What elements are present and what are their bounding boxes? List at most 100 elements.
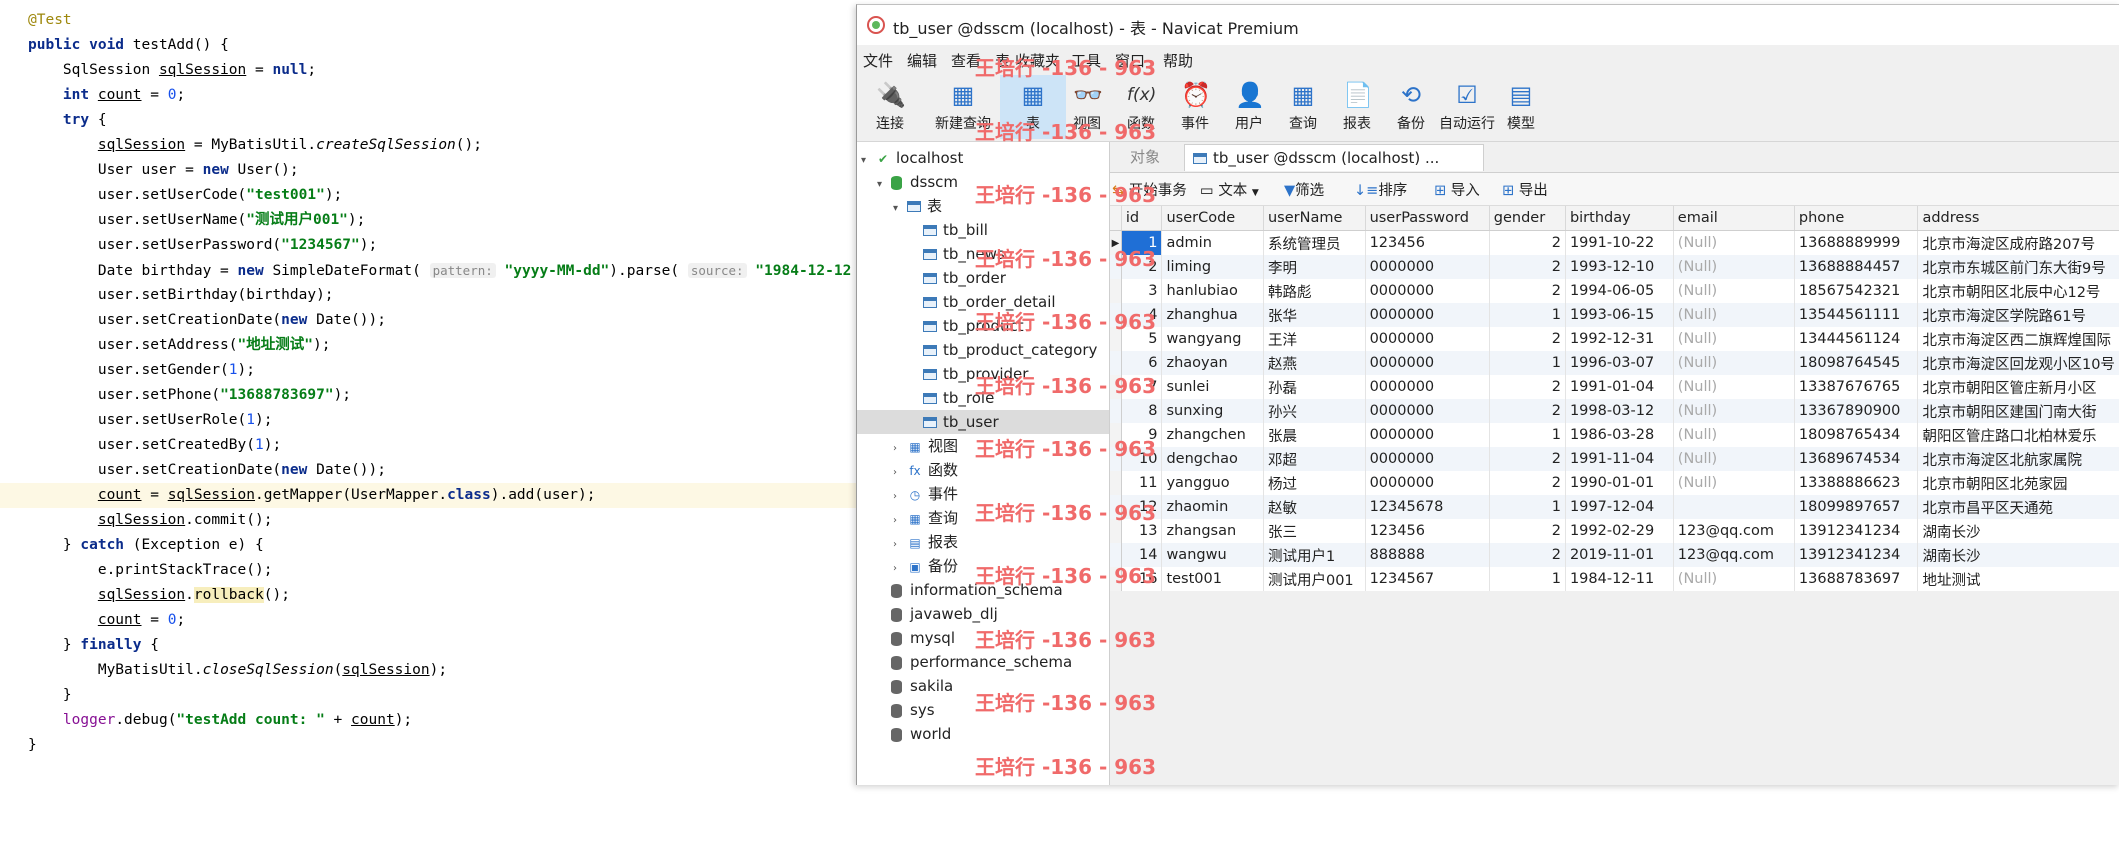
table-row[interactable]: 9 zhangchen 张晨 0000000 1 1986-03-28 (Null) 1809… xyxy=(1110,423,2119,447)
cell-phone[interactable]: 18567542321 xyxy=(1794,279,1919,303)
cell-gender[interactable]: 2 xyxy=(1489,471,1566,495)
cell-birthday[interactable]: 1991-11-04 xyxy=(1565,447,1674,471)
cell-phone[interactable]: 18098765434 xyxy=(1794,423,1919,447)
cell-birthday[interactable]: 1990-01-01 xyxy=(1565,471,1674,495)
cell-userName[interactable]: 韩路彪 xyxy=(1263,279,1366,303)
cell-userPassword[interactable]: 12345678 xyxy=(1365,495,1490,519)
cell-birthday[interactable]: 1992-02-29 xyxy=(1565,519,1674,543)
cell-address[interactable]: 北京市朝阳区北苑家园 xyxy=(1917,471,2119,495)
cell-userName[interactable]: 杨过 xyxy=(1263,471,1366,495)
cell-birthday[interactable]: 1996-03-07 xyxy=(1565,351,1674,375)
cell-id[interactable]: 7 xyxy=(1121,375,1163,399)
cell-userName[interactable]: 张晨 xyxy=(1263,423,1366,447)
tree-database-dsscm[interactable]: ▾ dsscm xyxy=(857,170,1109,194)
cell-userName[interactable]: 张华 xyxy=(1263,303,1366,327)
cell-userName[interactable]: 李明 xyxy=(1263,255,1366,279)
menu-item-0[interactable]: 文件 xyxy=(863,50,893,71)
cell-phone[interactable]: 13367890900 xyxy=(1794,399,1919,423)
cell-address[interactable]: 北京市海淀区学院路61号 xyxy=(1917,303,2119,327)
cell-userCode[interactable]: zhangchen xyxy=(1161,423,1264,447)
cell-userCode[interactable]: wangyang xyxy=(1161,327,1264,351)
cell-phone[interactable]: 13912341234 xyxy=(1794,543,1919,567)
cell-userName[interactable]: 系统管理员 xyxy=(1263,230,1366,255)
cell-birthday[interactable]: 1993-06-15 xyxy=(1565,303,1674,327)
export-button[interactable]: ⊞ 导出 xyxy=(1502,179,1548,200)
cell-address[interactable]: 北京市海淀区回龙观小区10号 xyxy=(1917,351,2119,375)
cell-gender[interactable]: 2 xyxy=(1489,447,1566,471)
cell-userName[interactable]: 赵敏 xyxy=(1263,495,1366,519)
cell-userName[interactable]: 测试用户1 xyxy=(1263,543,1366,567)
table-row[interactable]: 16 test001 测试用户001 1234567 1 1984-12-11 (Null)… xyxy=(1110,567,2119,591)
cell-id[interactable]: 9 xyxy=(1121,423,1163,447)
cell-userPassword[interactable]: 0000000 xyxy=(1365,279,1490,303)
filter-button[interactable]: ▼筛选 xyxy=(1284,179,1324,200)
column-header-phone[interactable]: phone xyxy=(1794,206,1919,231)
cell-userPassword[interactable]: 0000000 xyxy=(1365,399,1490,423)
tree-table-tb-order[interactable]: tb_order xyxy=(857,266,1109,290)
table-row[interactable]: 8 sunxing 孙兴 0000000 2 1998-03-12 (Null) 133678… xyxy=(1110,399,2119,423)
cell-birthday[interactable]: 2019-11-01 xyxy=(1565,543,1674,567)
cell-phone[interactable]: 13689674534 xyxy=(1794,447,1919,471)
menu-item-1[interactable]: 编辑 xyxy=(907,50,937,71)
cell-userCode[interactable]: wangwu xyxy=(1161,543,1264,567)
cell-email[interactable]: (Null) xyxy=(1673,351,1795,375)
cell-address[interactable]: 湖南长沙 xyxy=(1917,519,2119,543)
cell-phone[interactable]: 13388886623 xyxy=(1794,471,1919,495)
cell-userPassword[interactable]: 0000000 xyxy=(1365,375,1490,399)
column-header-birthday[interactable]: birthday xyxy=(1565,206,1674,231)
cell-gender[interactable]: 2 xyxy=(1489,230,1566,255)
cell-userName[interactable]: 王洋 xyxy=(1263,327,1366,351)
cell-birthday[interactable]: 1997-12-04 xyxy=(1565,495,1674,519)
cell-email[interactable]: (Null) xyxy=(1673,447,1795,471)
menu-item-6[interactable]: 窗口 xyxy=(1115,50,1145,71)
cell-id[interactable]: 6 xyxy=(1121,351,1163,375)
cell-birthday[interactable]: 1998-03-12 xyxy=(1565,399,1674,423)
cell-userName[interactable]: 孙磊 xyxy=(1263,375,1366,399)
tree-folder-query[interactable]: › ▦ 查询 xyxy=(857,506,1109,530)
cell-id[interactable]: 1 xyxy=(1121,230,1163,255)
cell-userPassword[interactable]: 123456 xyxy=(1365,230,1490,255)
cell-userPassword[interactable]: 0000000 xyxy=(1365,303,1490,327)
cell-gender[interactable]: 2 xyxy=(1489,279,1566,303)
cell-id[interactable]: 4 xyxy=(1121,303,1163,327)
cell-address[interactable]: 北京市朝阳区北辰中心12号 xyxy=(1917,279,2119,303)
cell-address[interactable]: 北京市海淀区北航家属院 xyxy=(1917,447,2119,471)
cell-userCode[interactable]: zhanghua xyxy=(1161,303,1264,327)
cell-email[interactable]: (Null) xyxy=(1673,423,1795,447)
cell-address[interactable]: 北京市东城区前门东大街9号 xyxy=(1917,255,2119,279)
column-header-gender[interactable]: gender xyxy=(1489,206,1566,231)
column-header-address[interactable]: address xyxy=(1917,206,2119,231)
cell-phone[interactable]: 13912341234 xyxy=(1794,519,1919,543)
column-header-userName[interactable]: userName xyxy=(1263,206,1366,231)
cell-address[interactable]: 北京市朝阳区建国门南大街 xyxy=(1917,399,2119,423)
menu-item-5[interactable]: 工具 xyxy=(1071,50,1101,71)
tree-database-sys[interactable]: sys xyxy=(857,698,1109,722)
column-header-id[interactable]: id xyxy=(1121,206,1163,231)
cell-userCode[interactable]: liming xyxy=(1161,255,1264,279)
cell-userName[interactable]: 测试用户001 xyxy=(1263,567,1366,591)
cell-birthday[interactable]: 1984-12-11 xyxy=(1565,567,1674,591)
cell-userCode[interactable]: test001 xyxy=(1161,567,1264,591)
tree-database-world[interactable]: world xyxy=(857,722,1109,746)
cell-userCode[interactable]: yangguo xyxy=(1161,471,1264,495)
cell-gender[interactable]: 2 xyxy=(1489,327,1566,351)
cell-userPassword[interactable]: 0000000 xyxy=(1365,471,1490,495)
cell-userCode[interactable]: zhaomin xyxy=(1161,495,1264,519)
cell-birthday[interactable]: 1991-10-22 xyxy=(1565,230,1674,255)
cell-gender[interactable]: 1 xyxy=(1489,423,1566,447)
cell-email[interactable]: (Null) xyxy=(1673,567,1795,591)
cell-address[interactable]: 北京市海淀区西二旗辉煌国际 xyxy=(1917,327,2119,351)
tab-tb-user[interactable]: tb_user @dsscm (localhost) ... xyxy=(1184,144,1484,171)
tree-folder-tables[interactable]: ▾ 表 xyxy=(857,194,1109,218)
tab-objects[interactable]: 对象 xyxy=(1110,144,1180,171)
cell-birthday[interactable]: 1991-01-04 xyxy=(1565,375,1674,399)
cell-id[interactable]: 10 xyxy=(1121,447,1163,471)
table-row[interactable]: 6 zhaoyan 赵燕 0000000 1 1996-03-07 (Null) 180987… xyxy=(1110,351,2119,375)
cell-email[interactable]: (Null) xyxy=(1673,230,1795,255)
code-editor[interactable]: @Test public void testAdd() { SqlSession … xyxy=(0,0,860,864)
column-header-userPassword[interactable]: userPassword xyxy=(1365,206,1490,231)
cell-id[interactable]: 3 xyxy=(1121,279,1163,303)
cell-address[interactable]: 北京市昌平区天通苑 xyxy=(1917,495,2119,519)
cell-userCode[interactable]: dengchao xyxy=(1161,447,1264,471)
cell-birthday[interactable]: 1986-03-28 xyxy=(1565,423,1674,447)
